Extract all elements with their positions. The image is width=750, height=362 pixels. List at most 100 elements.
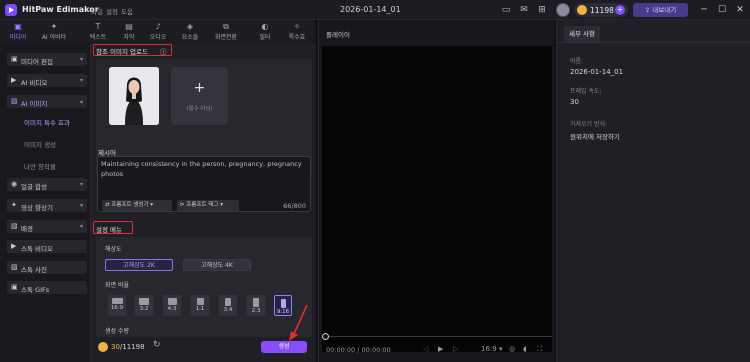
tool-transition[interactable]: ⧉ 화면전환: [212, 22, 240, 42]
credits-badge[interactable]: 11198 +: [574, 3, 628, 17]
ratio-1-1[interactable]: 1:1: [191, 295, 209, 316]
chevron-down-icon: ▾: [79, 202, 83, 209]
prompt-tag-button[interactable]: ⊳ 프롬프트 태그 ▾: [177, 200, 239, 211]
menu-help[interactable]: 도움: [121, 6, 133, 16]
tool-effects[interactable]: ✧ 특수효: [283, 22, 311, 42]
monitor-icon[interactable]: ▭: [500, 4, 512, 16]
prompt-text[interactable]: Maintaining consistency in the person, p…: [101, 159, 309, 179]
coin-icon: [577, 5, 587, 15]
tool-elements[interactable]: ◈ 요소들: [176, 22, 204, 42]
close-icon[interactable]: ✕: [733, 3, 747, 17]
upload-title: 참조 이미지 업로드: [96, 48, 148, 56]
tool-label: 특수효: [288, 34, 306, 41]
tool-label: 오디오: [149, 34, 167, 41]
ratio-label: 2:3: [251, 308, 261, 314]
tool-caption[interactable]: ▤ 자막: [115, 22, 143, 42]
tool-label: 텍스트: [89, 34, 107, 41]
minimize-icon[interactable]: ─: [697, 3, 711, 17]
menu-settings[interactable]: 설정: [106, 6, 118, 16]
sidebar-item-stock-photo[interactable]: ▨ 스톡 사진: [7, 261, 87, 274]
prompt-generator-button[interactable]: ⇄ 프롬프트 생성기 ▾: [102, 200, 172, 211]
filter-icon: ◐: [261, 22, 269, 31]
sidebar-item-label: 얼굴 합성: [21, 183, 47, 191]
ratio-label: 3:4: [223, 307, 233, 313]
volume-icon[interactable]: ◖: [523, 345, 527, 353]
ai-icon: ✦: [50, 22, 58, 31]
sidebar-item-stock-gifs[interactable]: ▣ 스톡 GIFs: [7, 281, 87, 294]
maximize-icon[interactable]: ☐: [715, 3, 729, 17]
ratio-4-3[interactable]: 4:3: [163, 295, 181, 316]
caption-icon: ▤: [125, 22, 133, 31]
generate-label: 생성: [278, 343, 290, 350]
sidebar-item-enhancer[interactable]: ✦ 영상 향상기 ▾: [7, 199, 87, 212]
tool-label: 자막: [123, 34, 135, 41]
tool-audio[interactable]: ♪ 오디오: [144, 22, 172, 42]
chevron-up-icon: ▴: [79, 98, 83, 105]
menu-file[interactable]: 파일: [91, 6, 103, 16]
avatar[interactable]: [556, 3, 570, 17]
name-label: 이름:: [570, 58, 584, 65]
ratio-3-2[interactable]: 3:2: [135, 295, 153, 316]
sidebar-sub-image-effects[interactable]: 이미지 특수 효과: [24, 117, 70, 127]
resolution-2k-button[interactable]: 고해상도 2K: [105, 259, 173, 271]
reference-image[interactable]: [109, 67, 159, 125]
snapshot-icon[interactable]: ◎: [509, 345, 515, 353]
fullscreen-icon[interactable]: ⛶: [537, 345, 542, 354]
ratio-shape: [225, 298, 231, 306]
play-icon[interactable]: ▶: [438, 345, 443, 353]
sidebar-item-face-swap[interactable]: ◉ 얼굴 합성 ▾: [7, 178, 87, 191]
sidebar-item-background[interactable]: ▧ 배경 ▾: [7, 220, 87, 233]
ratio-3-4[interactable]: 3:4: [219, 295, 237, 316]
sidebar-sub-image-generate[interactable]: 이미지 생성: [24, 139, 56, 149]
fps-value: 30: [570, 98, 579, 106]
add-credits-icon[interactable]: +: [615, 5, 625, 15]
sidebar-item-label: AI 이미지: [21, 100, 48, 108]
tool-ai-avatar[interactable]: ✦ AI 아바타: [40, 22, 68, 42]
sidebar-item-stock-video[interactable]: ▶ 스톡 비디오: [7, 240, 87, 253]
resolution-4k-button[interactable]: 고해상도 4K: [183, 259, 251, 271]
export-button[interactable]: ⇪ 내보내기: [633, 3, 688, 17]
import-label: 가져오기 방식:: [570, 121, 608, 128]
grid-icon[interactable]: ⊞: [536, 4, 548, 16]
transition-icon: ⧉: [223, 22, 229, 31]
add-image-button[interactable]: + (필수 아님): [171, 67, 228, 125]
next-frame-icon[interactable]: ▷: [453, 345, 458, 353]
title-bar: HitPaw Edimakor 파일 설정 도움 2026-01-14_01 ▭…: [0, 0, 750, 20]
stock-video-icon: ▶: [11, 242, 17, 250]
sidebar-item-ai-image[interactable]: ▨ AI 이미지 ▴: [7, 95, 87, 108]
prompt-textarea[interactable]: Maintaining consistency in the person, p…: [97, 156, 311, 212]
credits-value: 11198: [590, 6, 614, 15]
sidebar-item-label: 미디어 편집: [21, 58, 53, 66]
sidebar-item-media-edit[interactable]: ▣ 미디어 편집 ▾: [7, 53, 87, 66]
playback-time: 00:00:00 / 00:00:00: [326, 346, 391, 354]
sidebar-item-label: 영상 향상기: [21, 204, 53, 212]
app-title: HitPaw Edimakor: [22, 5, 99, 14]
face-icon: ◉: [11, 180, 18, 188]
import-value: 원위치에 저장하기: [570, 133, 620, 141]
media-icon: ▣: [14, 22, 22, 31]
aspect-ratio-value: 16:9: [481, 345, 497, 353]
info-icon[interactable]: ⓘ: [160, 46, 167, 56]
prev-frame-icon[interactable]: ◁: [423, 345, 428, 353]
playback-timeline[interactable]: [322, 336, 552, 337]
tab-details[interactable]: 세부 사항: [564, 26, 600, 42]
ratio-2-3[interactable]: 2:3: [247, 295, 265, 316]
sidebar-sub-my-creations[interactable]: 나만 창작물: [24, 161, 56, 171]
tool-text[interactable]: T 텍스트: [84, 22, 112, 42]
aspect-ratio-select[interactable]: 16:9 ▾: [481, 345, 502, 353]
ratio-16-9[interactable]: 16:9: [108, 295, 126, 316]
playhead-handle[interactable]: [322, 333, 329, 340]
chat-icon[interactable]: ✉: [518, 4, 530, 16]
sidebar-item-ai-video[interactable]: ▶ AI 비디오 ▾: [7, 74, 87, 87]
plus-icon: +: [193, 80, 206, 96]
preview-screen[interactable]: [322, 46, 552, 352]
ratio-shape: [111, 298, 123, 304]
tool-media[interactable]: ▣ 미디어: [4, 22, 32, 42]
export-label: 내보내기: [652, 6, 677, 14]
refresh-icon[interactable]: ↻: [153, 340, 161, 350]
tool-filter[interactable]: ◐ 필터: [251, 22, 279, 42]
effect-icon: ✧: [293, 22, 301, 31]
enhance-icon: ✦: [11, 201, 17, 209]
tool-label: 화면전환: [214, 34, 238, 41]
ratio-shape: [253, 298, 259, 307]
